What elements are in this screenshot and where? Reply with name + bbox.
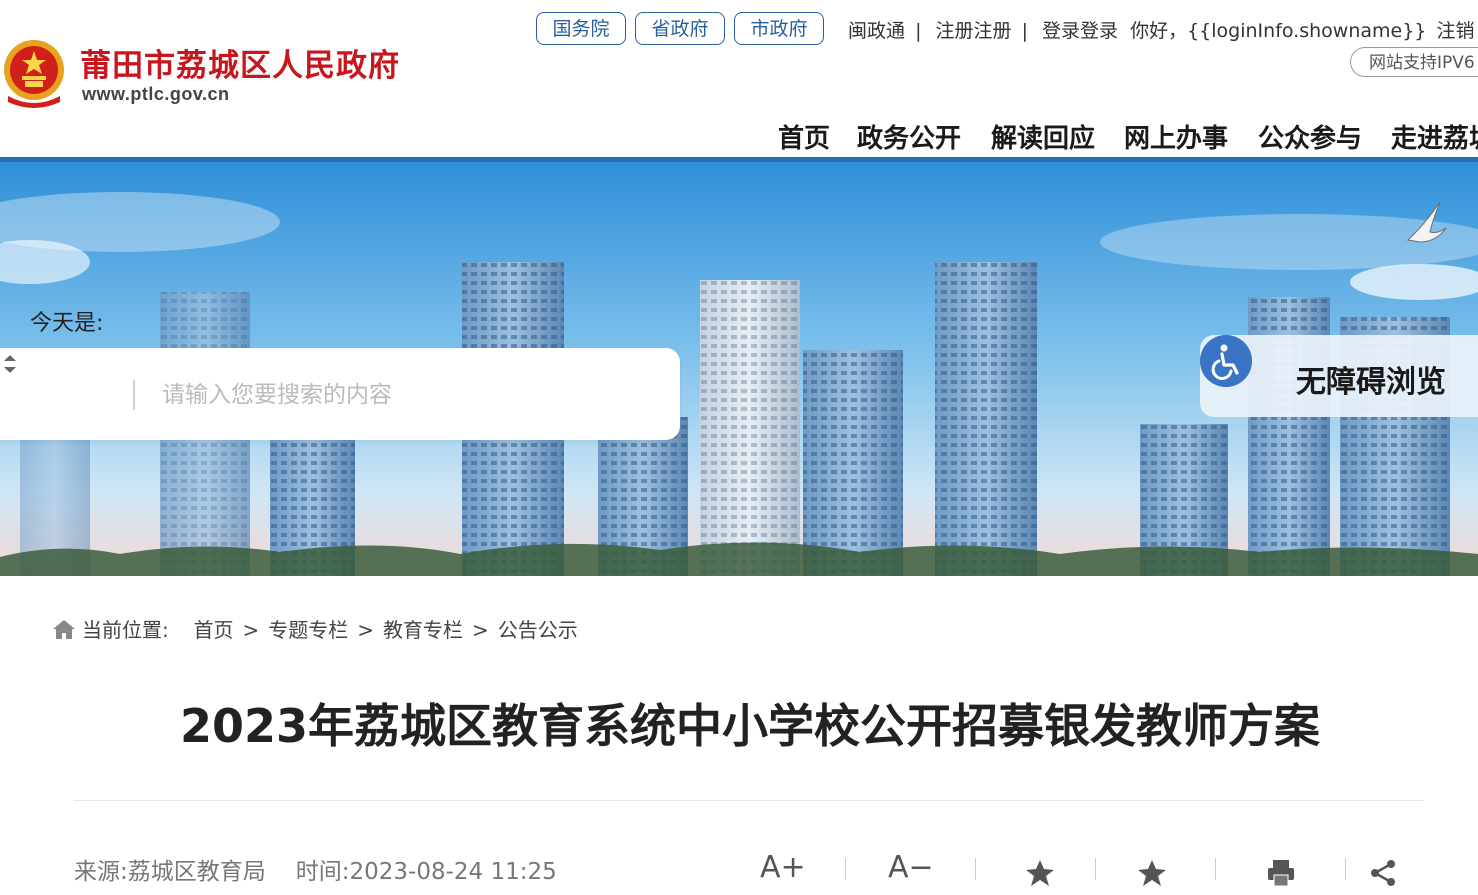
share-icon[interactable] <box>1368 855 1398 891</box>
top-link-separator: | <box>915 20 922 42</box>
search-box <box>0 348 680 440</box>
minzhengtong-link[interactable]: 闽政通 <box>848 20 905 42</box>
logout-link[interactable]: 注销 <box>1436 20 1474 42</box>
breadcrumb-separator: > <box>242 618 260 642</box>
home-icon <box>53 620 75 639</box>
favorite-icon[interactable] <box>1025 855 1055 891</box>
provincial-gov-link[interactable]: 省政府 <box>635 12 725 45</box>
guowuyuan-link[interactable]: 国务院 <box>536 12 626 45</box>
main-nav: 首页 政务公开 解读回应 网上办事 公众参与 走进荔城 <box>0 118 1478 158</box>
greeting-text: 你好，{{loginInfo.showname}} <box>1130 20 1427 42</box>
wheelchair-icon <box>1200 335 1252 387</box>
article-time-label: 时间: <box>295 859 350 885</box>
article-title: 2023年荔城区教育系统中小学校公开招募银发教师方案 <box>179 699 1321 753</box>
print-icon[interactable] <box>1266 855 1296 891</box>
nav-home[interactable]: 首页 <box>778 118 830 155</box>
accessibility-button[interactable]: 无障碍浏览 <box>1200 335 1478 417</box>
article-time: 2023-08-24 11:25 <box>349 859 557 885</box>
site-header: 莆田市荔城区人民政府 www.ptlc.gov.cn 国务院 省政府 市政府 闽… <box>0 0 1478 162</box>
breadcrumb-home[interactable]: 首页 <box>193 618 233 642</box>
breadcrumb-education[interactable]: 教育专栏 <box>383 618 463 642</box>
collect-icon[interactable] <box>1137 855 1167 891</box>
breadcrumb-separator: > <box>472 618 489 642</box>
ipv6-badge: 网站支持IPV6 <box>1350 47 1478 77</box>
tool-divider <box>1215 858 1216 880</box>
nav-online-service[interactable]: 网上办事 <box>1124 118 1228 155</box>
article-meta: 来源:荔城区教育局 时间:2023-08-24 11:25 <box>74 852 557 886</box>
breadcrumb: 当前位置: 首页 > 专题专栏 > 教育专栏 > 公告公示 <box>52 614 578 643</box>
title-divider <box>74 800 1424 801</box>
article-source: 来源:荔城区教育局 <box>74 859 266 885</box>
font-increase-button[interactable]: A+ <box>760 850 806 886</box>
site-domain: www.ptlc.gov.cn <box>82 84 230 104</box>
today-label: 今天是: <box>30 311 104 336</box>
city-gov-link[interactable]: 市政府 <box>734 12 824 45</box>
search-scope-toggle-icon[interactable] <box>0 348 20 380</box>
site-name: 莆田市荔城区人民政府 <box>80 48 400 84</box>
city-banner: 今天是: 无障碍浏览 <box>0 162 1478 576</box>
register-link[interactable]: 注册注册 <box>936 20 1012 42</box>
nav-public-participation[interactable]: 公众参与 <box>1258 118 1362 155</box>
tool-divider <box>845 858 846 880</box>
tool-divider <box>1345 858 1346 880</box>
breadcrumb-separator: > <box>357 618 374 642</box>
breadcrumb-announcements[interactable]: 公告公示 <box>498 618 578 642</box>
top-links: 闽政通 | 注册注册 | 登录登录 你好，{{loginInfo.shownam… <box>848 16 1474 43</box>
nav-about-licheng[interactable]: 走进荔城 <box>1391 118 1478 155</box>
nav-government-affairs[interactable]: 政务公开 <box>857 118 961 155</box>
accessibility-label: 无障碍浏览 <box>1296 365 1446 400</box>
breadcrumb-label: 当前位置: <box>82 618 169 642</box>
font-decrease-button[interactable]: A− <box>888 850 934 886</box>
top-link-separator: | <box>1021 20 1028 42</box>
login-link[interactable]: 登录登录 <box>1042 20 1118 42</box>
nav-interpretation[interactable]: 解读回应 <box>991 118 1095 155</box>
search-divider <box>133 380 135 410</box>
national-emblem-icon <box>4 40 64 108</box>
search-input[interactable] <box>160 374 644 416</box>
tool-divider <box>1095 858 1096 880</box>
breadcrumb-special-topics[interactable]: 专题专栏 <box>268 618 348 642</box>
tool-divider <box>975 858 976 880</box>
